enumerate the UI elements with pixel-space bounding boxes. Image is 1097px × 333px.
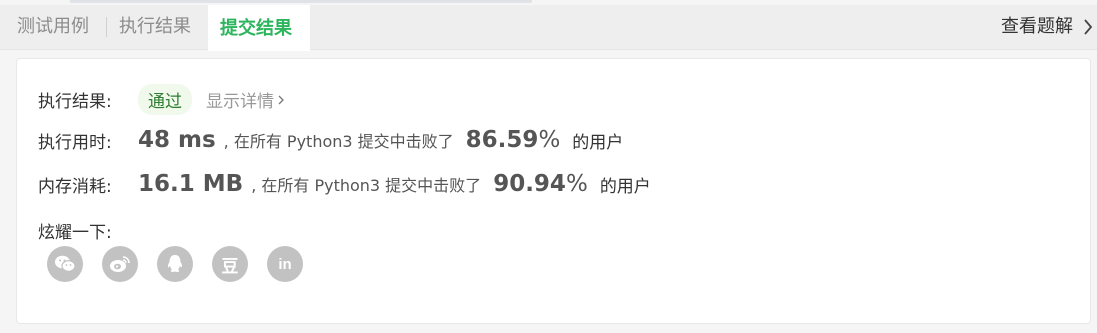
memory-percent: 90.94 (493, 171, 566, 197)
wechat-share-button[interactable] (47, 246, 83, 282)
douban-icon: 豆 (221, 256, 239, 277)
runtime-suffix: 的用户 (572, 132, 624, 153)
runtime-value: 48 ms (138, 127, 216, 153)
view-solution-link[interactable]: 查看题解 (1001, 5, 1093, 49)
scroll-strip (70, 0, 532, 3)
wechat-icon (55, 255, 76, 272)
memory-row: 内存消耗: 16.1 MB , 在所有 Python3 提交中击败了 90.94… (38, 171, 651, 197)
tab-bar: 测试用例 执行结果 提交结果 查看题解 (0, 5, 1097, 51)
memory-beat-text: , 在所有 Python3 提交中击败了 (251, 176, 482, 195)
show-details-link[interactable]: 显示详情 (206, 87, 284, 112)
status-badge: 通过 (138, 84, 192, 115)
weibo-icon (110, 256, 130, 272)
runtime-label: 执行用时: (38, 132, 112, 153)
submission-panel: 测试用例 执行结果 提交结果 查看题解 执行结果: 通过 显示详情 执行用时: … (0, 0, 1097, 333)
qq-icon (167, 255, 183, 272)
memory-label: 内存消耗: (38, 176, 112, 197)
share-buttons: 豆 in (47, 246, 322, 282)
tab-submission-result[interactable]: 提交结果 (208, 5, 310, 51)
memory-value: 16.1 MB (138, 171, 244, 197)
view-solution-label: 查看题解 (1001, 16, 1073, 37)
memory-suffix: 的用户 (599, 176, 651, 197)
result-row: 执行结果: 通过 显示详情 (38, 84, 284, 115)
show-details-label: 显示详情 (206, 92, 274, 112)
result-card: 执行结果: 通过 显示详情 执行用时: 48 ms , 在所有 Python3 … (16, 58, 1091, 324)
chevron-right-small-icon (278, 95, 284, 104)
linkedin-share-button[interactable]: in (267, 246, 303, 282)
share-label: 炫耀一下: (38, 223, 112, 243)
tab-testcase[interactable]: 测试用例 (5, 5, 101, 49)
runtime-row: 执行用时: 48 ms , 在所有 Python3 提交中击败了 86.59 %… (38, 127, 623, 153)
chevron-right-icon (1084, 19, 1093, 35)
runtime-beat-text: , 在所有 Python3 提交中击败了 (223, 132, 454, 151)
douban-share-button[interactable]: 豆 (212, 246, 248, 282)
linkedin-icon: in (278, 255, 292, 273)
memory-percent-sign: % (565, 171, 588, 197)
qq-share-button[interactable] (157, 246, 193, 282)
runtime-percent-sign: % (538, 127, 561, 153)
weibo-share-button[interactable] (102, 246, 138, 282)
result-label: 执行结果: (38, 92, 112, 112)
runtime-percent: 86.59 (465, 127, 539, 153)
tab-run-result[interactable]: 执行结果 (107, 5, 203, 49)
